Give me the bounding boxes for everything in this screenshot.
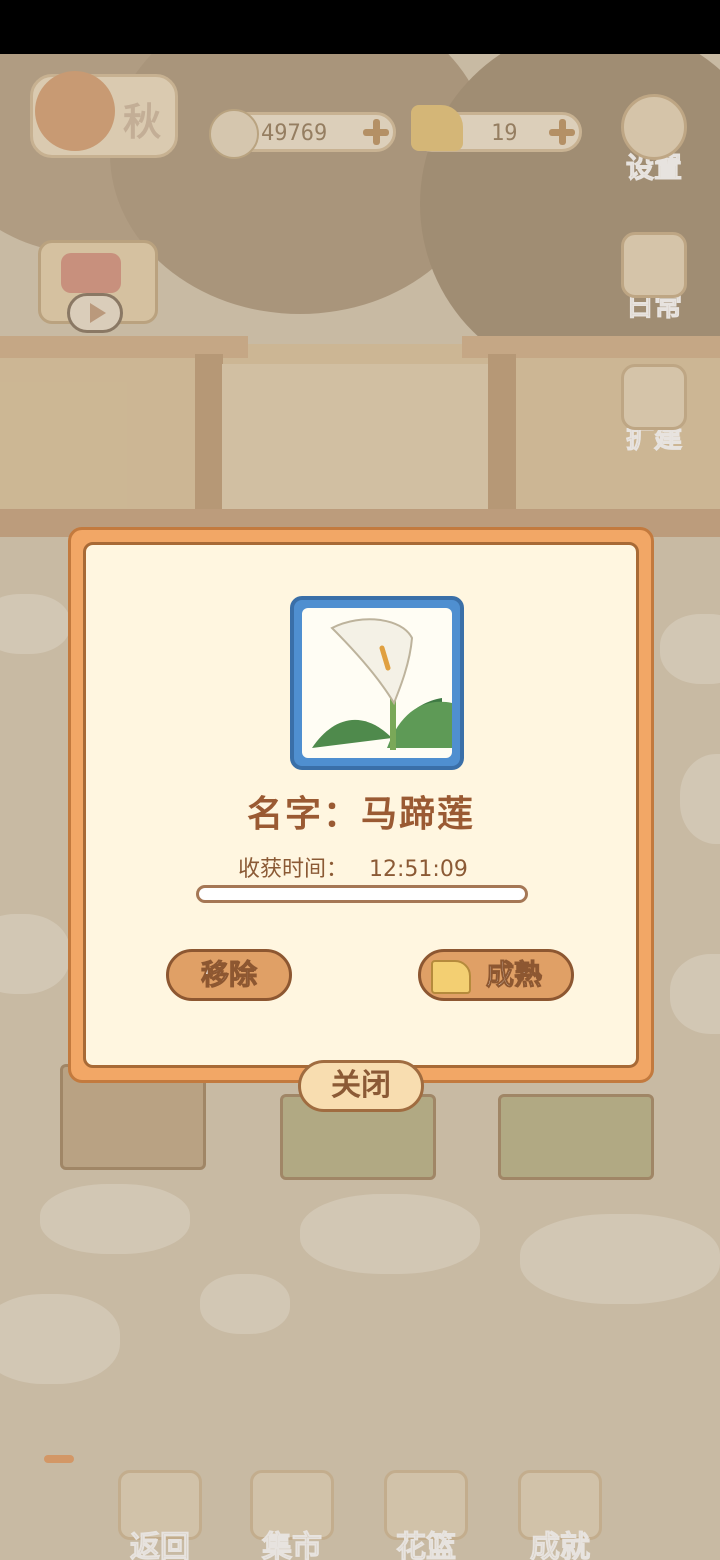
plant-name: 名字：马蹄莲 bbox=[246, 794, 475, 835]
remove-button-label: 移除 bbox=[200, 958, 257, 992]
harvest-time-value: 12:51:09 bbox=[369, 857, 468, 882]
status-bar bbox=[0, 0, 720, 54]
harvest-time-label: 收获时间： bbox=[238, 857, 349, 882]
growth-progress-bar bbox=[196, 885, 528, 903]
plant-image-frame bbox=[290, 596, 464, 770]
remove-button[interactable]: 移除 bbox=[166, 949, 292, 1001]
harvest-time-row: 收获时间： 12:51:09 bbox=[238, 851, 482, 883]
close-button-label: 关闭 bbox=[331, 1068, 391, 1103]
close-button[interactable]: 关闭 bbox=[298, 1060, 424, 1112]
calla-lily-icon bbox=[302, 608, 452, 758]
ripen-button[interactable]: 成熟 bbox=[418, 949, 574, 1001]
cheese-icon bbox=[431, 960, 471, 994]
plant-info-dialog: 名字：马蹄莲 收获时间： 12:51:09 移除 成熟 bbox=[68, 527, 654, 1083]
ripen-button-label: 成熟 bbox=[485, 958, 542, 992]
